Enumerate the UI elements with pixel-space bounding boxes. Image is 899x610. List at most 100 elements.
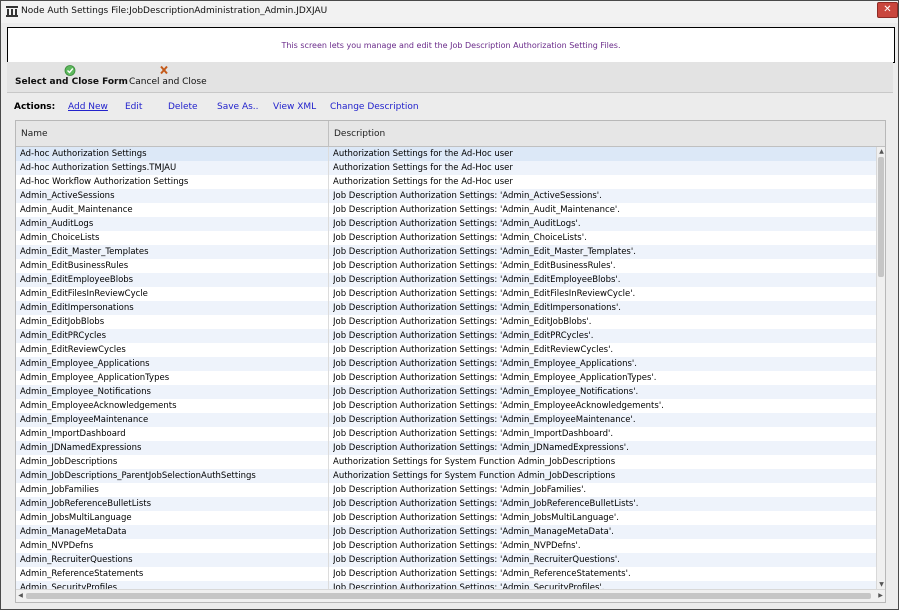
table-row[interactable]: Admin_EmployeeMaintenance Job Description…: [16, 413, 876, 427]
cell-name: Admin_Employee_ApplicationTypes: [20, 373, 170, 383]
select-and-close-label: Select and Close Form: [15, 77, 128, 87]
table-row[interactable]: Admin_ActiveSessions Job Description Auth…: [16, 189, 876, 203]
dialog-window: Node Auth Settings File:JobDescriptionAd…: [0, 0, 899, 610]
change-description-link[interactable]: Change Description: [330, 102, 419, 112]
table-row[interactable]: Admin_Employee_ApplicationTypes Job Descr…: [16, 371, 876, 385]
column-divider[interactable]: [328, 121, 329, 146]
cell-description: Job Description Authorization Settings: …: [333, 513, 619, 523]
delete-link[interactable]: Delete: [168, 102, 198, 112]
cell-divider: [328, 161, 329, 175]
cancel-and-close-button[interactable]: Cancel and Close: [129, 64, 207, 90]
cell-description: Job Description Authorization Settings: …: [333, 317, 592, 327]
horizontal-scroll-thumb[interactable]: [26, 593, 871, 599]
table-row[interactable]: Ad-hoc Workflow Authorization Settings Au…: [16, 175, 876, 189]
grid-header: Name Description: [16, 121, 885, 147]
cell-name: Admin_ActiveSessions: [20, 191, 115, 201]
table-row[interactable]: Admin_EditImpersonations Job Description …: [16, 301, 876, 315]
cell-description: Authorization Settings for the Ad-Hoc us…: [333, 177, 513, 187]
table-row[interactable]: Admin_EditBusinessRules Job Description A…: [16, 259, 876, 273]
cell-divider: [328, 441, 329, 455]
table-row[interactable]: Admin_JobFamilies Job Description Authori…: [16, 483, 876, 497]
cell-divider: [328, 553, 329, 567]
view-xml-link[interactable]: View XML: [273, 102, 316, 112]
cell-description: Job Description Authorization Settings: …: [333, 275, 621, 285]
table-row[interactable]: Admin_AuditLogs Job Description Authoriza…: [16, 217, 876, 231]
table-row[interactable]: Admin_Edit_Master_Templates Job Descripti…: [16, 245, 876, 259]
edit-link[interactable]: Edit: [125, 102, 142, 112]
table-row[interactable]: Admin_EditReviewCycles Job Description Au…: [16, 343, 876, 357]
save-as-link[interactable]: Save As..: [217, 102, 259, 112]
table-row[interactable]: Admin_ChoiceLists Job Description Authori…: [16, 231, 876, 245]
cell-description: Job Description Authorization Settings: …: [333, 359, 637, 369]
table-row[interactable]: Admin_ImportDashboard Job Description Aut…: [16, 427, 876, 441]
check-circle-icon: [64, 65, 76, 76]
scroll-left-icon[interactable]: ◀: [16, 591, 25, 601]
cell-description: Job Description Authorization Settings: …: [333, 303, 621, 313]
table-row[interactable]: Admin_ReferenceStatements Job Description…: [16, 567, 876, 581]
scroll-down-icon[interactable]: ▼: [877, 580, 885, 589]
table-row[interactable]: Admin_Employee_Notifications Job Descript…: [16, 385, 876, 399]
table-row[interactable]: Admin_SecurityProfiles Job Description Au…: [16, 581, 876, 589]
table-row[interactable]: Admin_Audit_Maintenance Job Description A…: [16, 203, 876, 217]
cell-name: Admin_AuditLogs: [20, 219, 94, 229]
table-row[interactable]: Admin_NVPDefns Job Description Authorizat…: [16, 539, 876, 553]
cell-description: Job Description Authorization Settings: …: [333, 289, 636, 299]
grid-rows: Ad-hoc Authorization Settings Authorizati…: [16, 147, 876, 589]
vertical-scrollbar[interactable]: ▲ ▼: [876, 147, 885, 589]
scroll-up-icon[interactable]: ▲: [877, 147, 885, 156]
cell-name: Admin_RecruiterQuestions: [20, 555, 133, 565]
table-row[interactable]: Admin_RecruiterQuestions Job Description …: [16, 553, 876, 567]
cell-description: Job Description Authorization Settings: …: [333, 387, 639, 397]
cell-name: Admin_ImportDashboard: [20, 429, 126, 439]
table-row[interactable]: Admin_EditFilesInReviewCycle Job Descript…: [16, 287, 876, 301]
column-header-name[interactable]: Name: [21, 129, 48, 139]
scroll-right-icon[interactable]: ▶: [876, 591, 885, 601]
table-row[interactable]: Ad-hoc Authorization Settings Authorizati…: [16, 147, 876, 161]
table-row[interactable]: Admin_EmployeeAcknowledgements Job Descri…: [16, 399, 876, 413]
cell-description: Job Description Authorization Settings: …: [333, 191, 602, 201]
table-row[interactable]: Admin_EditEmployeeBlobs Job Description A…: [16, 273, 876, 287]
cell-name: Admin_EmployeeMaintenance: [20, 415, 149, 425]
cell-divider: [328, 175, 329, 189]
cell-divider: [328, 483, 329, 497]
cell-description: Job Description Authorization Settings: …: [333, 331, 594, 341]
vertical-scroll-thumb[interactable]: [878, 157, 884, 277]
add-new-link[interactable]: Add New: [68, 102, 108, 112]
table-row[interactable]: Admin_JobDescriptions Authorization Setti…: [16, 455, 876, 469]
cell-description: Job Description Authorization Settings: …: [333, 429, 614, 439]
cell-divider: [328, 287, 329, 301]
cell-description: Job Description Authorization Settings: …: [333, 247, 636, 257]
cell-description: Authorization Settings for System Functi…: [333, 457, 616, 467]
cell-divider: [328, 231, 329, 245]
table-row[interactable]: Admin_ManageMetaData Job Description Auth…: [16, 525, 876, 539]
cell-description: Job Description Authorization Settings: …: [333, 485, 587, 495]
table-row[interactable]: Admin_JobDescriptions_ParentJobSelection…: [16, 469, 876, 483]
cell-name: Admin_ManageMetaData: [20, 527, 127, 537]
cell-name: Admin_JobDescriptions: [20, 457, 118, 467]
cell-description: Job Description Authorization Settings: …: [333, 555, 620, 565]
table-row[interactable]: Admin_Employee_Applications Job Descripti…: [16, 357, 876, 371]
table-row[interactable]: Admin_EditPRCycles Job Description Author…: [16, 329, 876, 343]
cell-name: Admin_Employee_Notifications: [20, 387, 151, 397]
select-and-close-button[interactable]: Select and Close Form: [15, 64, 128, 90]
cell-divider: [328, 245, 329, 259]
column-header-description[interactable]: Description: [334, 129, 385, 139]
table-row[interactable]: Admin_EditJobBlobs Job Description Author…: [16, 315, 876, 329]
table-row[interactable]: Admin_JobsMultiLanguage Job Description A…: [16, 511, 876, 525]
cell-description: Authorization Settings for the Ad-Hoc us…: [333, 163, 513, 173]
cell-divider: [328, 455, 329, 469]
table-row[interactable]: Admin_JDNamedExpressions Job Description …: [16, 441, 876, 455]
cell-name: Admin_Audit_Maintenance: [20, 205, 133, 215]
table-row[interactable]: Ad-hoc Authorization Settings.TMJAU Autho…: [16, 161, 876, 175]
cell-divider: [328, 259, 329, 273]
cancel-and-close-label: Cancel and Close: [129, 77, 207, 87]
table-row[interactable]: Admin_JobReferenceBulletLists Job Descrip…: [16, 497, 876, 511]
close-button[interactable]: ✕: [877, 2, 898, 18]
cell-description: Job Description Authorization Settings: …: [333, 415, 636, 425]
cell-description: Job Description Authorization Settings: …: [333, 569, 631, 579]
cell-description: Job Description Authorization Settings: …: [333, 443, 629, 453]
title-bar[interactable]: Node Auth Settings File:JobDescriptionAd…: [1, 1, 898, 23]
cell-description: Authorization Settings for the Ad-Hoc us…: [333, 149, 513, 159]
cell-divider: [328, 567, 329, 581]
horizontal-scrollbar[interactable]: ◀ ▶: [16, 589, 885, 602]
